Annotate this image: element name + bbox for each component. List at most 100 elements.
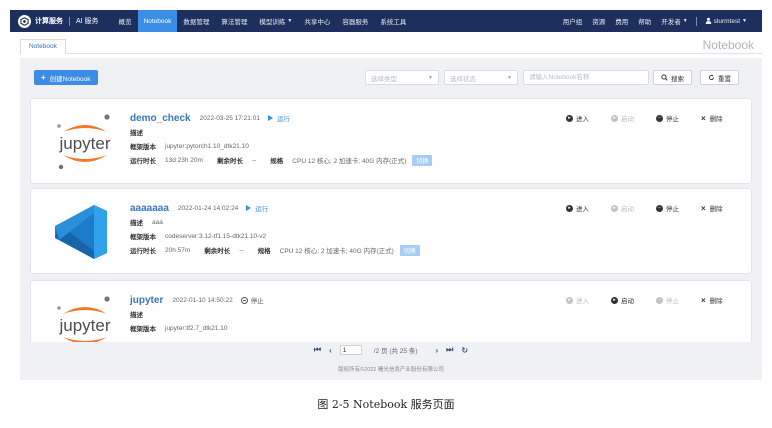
stop-circle-icon: −: [656, 296, 663, 304]
play-circle-icon: ▸: [611, 296, 618, 304]
stop-button[interactable]: − 停止: [656, 113, 701, 123]
stop-button[interactable]: − 停止: [656, 295, 701, 305]
nav-item-label: 容器服务: [342, 19, 369, 26]
start-label: 启动: [621, 206, 634, 213]
status-select[interactable]: 选择状态 ▼: [444, 70, 518, 85]
type-select[interactable]: 选择类型 ▼: [365, 70, 439, 85]
page-title: Notebook: [702, 38, 754, 52]
enter-button[interactable]: ▸ 进入: [566, 203, 611, 213]
desc-label: 描述: [130, 130, 143, 137]
delete-label: 删除: [709, 206, 723, 213]
card-actions: ▸ 进入 ▸ 启动 − 停止 × 删除: [566, 111, 746, 125]
delete-button[interactable]: × 删除: [701, 295, 746, 306]
start-button[interactable]: ▸ 启动: [611, 295, 656, 305]
enter-button[interactable]: ▸ 进入: [566, 113, 611, 123]
caret-down-icon: ▼: [742, 18, 747, 24]
enter-label: 进入: [576, 116, 589, 123]
remaining-value: --: [239, 246, 244, 254]
runtime-value: 13d 23h 20m: [165, 156, 203, 164]
spec-value: CPU 12 核心; 2 加速卡; 40G 内存(正式): [292, 158, 407, 165]
enter-label: 进入: [576, 298, 589, 305]
nav-item-cost[interactable]: 费用: [610, 10, 633, 32]
search-input[interactable]: [523, 70, 649, 85]
desc-label: 描述: [130, 220, 143, 227]
nav-item-algorithm[interactable]: 算法管理: [215, 10, 253, 32]
nav-item-label: 用户组: [562, 19, 583, 26]
stop-button[interactable]: − 停止: [656, 203, 701, 213]
arrow-right-icon: ▸: [566, 296, 573, 304]
runtime-label: 运行时长: [130, 158, 156, 165]
toolbar: + 创建Notebook 选择类型 ▼ 选择状态 ▼ 搜索 重置: [20, 58, 762, 98]
nav-item-overview[interactable]: 概览: [113, 10, 138, 32]
status-badge: 运行: [246, 203, 268, 213]
nav-item-help[interactable]: 帮助: [633, 10, 656, 32]
brand-logo-icon: [18, 14, 31, 28]
nav-item-data[interactable]: 数据管理: [177, 10, 215, 32]
brand-name: 计算服务: [35, 18, 63, 25]
page-input[interactable]: [339, 345, 362, 355]
framework-label: 框架版本: [130, 326, 156, 333]
delete-button[interactable]: × 删除: [701, 203, 746, 214]
caret-down-icon: ▼: [287, 18, 293, 24]
card-body: jupyter 2022-01-10 14:50:22 停止 描述 框架版本 ju…: [130, 293, 521, 335]
status-badge: 停止: [240, 295, 264, 305]
nav-item-developer[interactable]: 开发者 ▼: [656, 10, 692, 32]
card-body: aaaaaaa 2022-01-24 14:02:24 运行 描述 aaa 框架版…: [130, 201, 521, 257]
remaining-value: --: [251, 156, 257, 164]
tab-notebook[interactable]: Notebook: [20, 39, 66, 54]
reset-button[interactable]: 重置: [700, 70, 739, 85]
switch-button[interactable]: 切换: [412, 154, 433, 166]
card-body: demo_check 2022-03-25 17:21:01 运行 描述 框架版…: [130, 111, 521, 167]
brand-divider: [69, 16, 70, 26]
brand[interactable]: 计算服务 AI 服务: [10, 10, 99, 32]
framework-label: 框架版本: [130, 234, 156, 241]
create-notebook-button[interactable]: + 创建Notebook: [34, 70, 98, 85]
enter-label: 进入: [576, 206, 589, 213]
search-button[interactable]: 搜索: [653, 70, 692, 85]
nav-item-label: 费用: [615, 19, 629, 26]
brand-sub: AI 服务: [76, 18, 99, 25]
notebook-name[interactable]: aaaaaaa: [130, 203, 169, 214]
nav-item-label: 帮助: [638, 19, 652, 26]
framework-label: 框架版本: [130, 144, 156, 151]
refresh-icon[interactable]: ↻: [461, 346, 468, 355]
spec-value: CPU 12 核心; 2 加速卡; 40G 内存(正式): [279, 248, 394, 255]
nav-item-tools[interactable]: 系统工具: [374, 10, 412, 32]
next-page-icon[interactable]: ›: [436, 346, 439, 355]
user-menu[interactable]: slurmtest ▼: [700, 10, 752, 32]
status-text: 停止: [250, 298, 264, 305]
delete-button[interactable]: × 删除: [701, 113, 746, 124]
notebook-name[interactable]: jupyter: [130, 295, 163, 306]
runtime-label: 运行时长: [130, 248, 156, 255]
enter-button[interactable]: ▸ 进入: [566, 295, 611, 305]
play-circle-icon: ▸: [611, 204, 618, 212]
user-name: slurmtest: [713, 17, 741, 25]
tabs-row: Notebook Notebook: [20, 38, 762, 54]
nav-item-notebook[interactable]: Notebook: [137, 10, 178, 32]
status-badge: 运行: [267, 113, 290, 123]
nav-item-label: 系统工具: [380, 19, 407, 26]
notebook-name[interactable]: demo_check: [130, 113, 191, 124]
start-button[interactable]: ▸ 启动: [611, 203, 656, 213]
start-button[interactable]: ▸ 启动: [611, 113, 656, 123]
framework-value: jupyter:tf2.7_dtk21.10: [165, 324, 228, 332]
nav-item-usergroup[interactable]: 用户组: [558, 10, 588, 32]
jupyter-logo-icon: jupyter: [45, 111, 125, 173]
stop-circle-icon: −: [656, 204, 663, 212]
nav-item-share[interactable]: 共享中心: [298, 10, 336, 32]
start-label: 启动: [621, 116, 634, 123]
switch-button[interactable]: 切换: [399, 244, 420, 256]
arrow-right-icon: ▸: [566, 114, 573, 122]
last-page-icon[interactable]: ⏭: [446, 345, 453, 355]
nav-item-training[interactable]: 模型训练 ▼: [253, 10, 298, 32]
nav-item-container[interactable]: 容器服务: [336, 10, 374, 32]
spec-label: 规格: [270, 158, 284, 165]
remaining-label: 剩余时长: [204, 248, 231, 255]
nav-item-resource[interactable]: 资源: [587, 10, 610, 32]
arrow-right-icon: ▸: [566, 204, 573, 212]
nav-right: 用户组 资源 费用 帮助 开发者 ▼ slurmtest ▼: [558, 10, 752, 32]
start-label: 启动: [621, 298, 634, 305]
prev-page-icon[interactable]: ‹: [329, 346, 332, 355]
caret-down-icon: ▼: [682, 18, 688, 24]
first-page-icon[interactable]: ⏮: [314, 345, 321, 355]
